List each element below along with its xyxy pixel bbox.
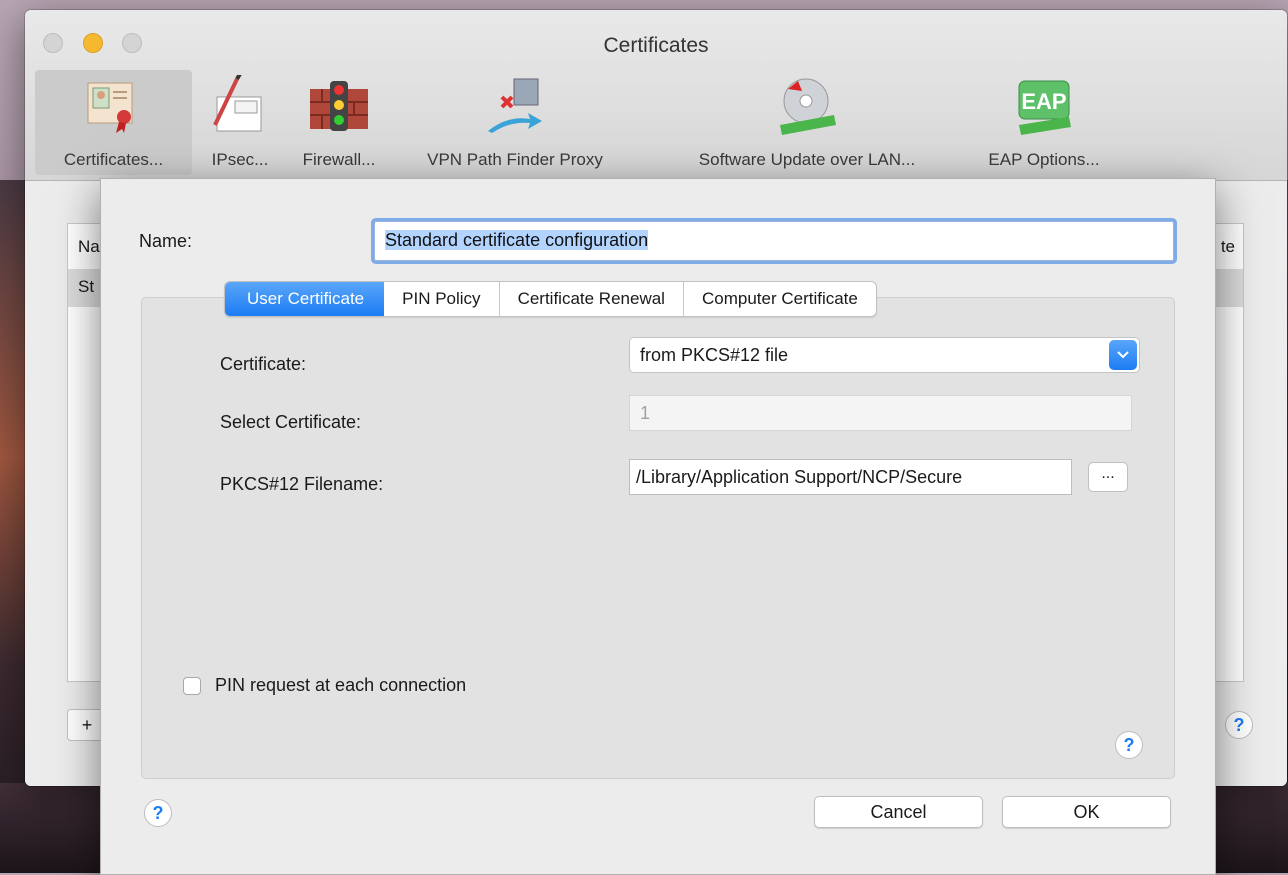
ok-button[interactable]: OK (1002, 796, 1171, 828)
toolbar-item-eap-options[interactable]: EAP EAP Options... (971, 70, 1117, 175)
toolbar-label-software-update: Software Update over LAN... (698, 150, 916, 169)
select-certificate-label: Select Certificate: (220, 412, 362, 432)
certificate-label: Certificate: (220, 354, 307, 374)
pkcs-filename-field[interactable]: /Library/Application Support/NCP/Secure (629, 459, 1072, 495)
tab-pin-policy[interactable]: PIN Policy (384, 282, 500, 316)
window-title: Certificates (603, 34, 709, 57)
eap-icon-text: EAP (1021, 89, 1066, 114)
titlebar: Certificates Certificates... IPsec... Fi… (25, 10, 1287, 181)
dialog-help-button[interactable]: ? (144, 799, 172, 827)
name-field-value: Standard certificate configuration (385, 230, 649, 250)
cancel-button[interactable]: Cancel (814, 796, 983, 828)
pin-request-row[interactable]: PIN request at each connection (183, 675, 466, 696)
toolbar-label-ipsec: IPsec... (211, 150, 269, 169)
tab-computer-certificate[interactable]: Computer Certificate (684, 282, 876, 316)
certificate-select-value: from PKCS#12 file (640, 345, 789, 365)
list-item-name: St (78, 277, 95, 296)
certificate-config-dialog: Name: Standard certificate configuration… (100, 178, 1216, 875)
certificate-icon (87, 82, 133, 133)
toolbar-label-vpn-path-finder: VPN Path Finder Proxy (427, 150, 603, 169)
tab-user-certificate[interactable]: User Certificate (225, 282, 385, 316)
eap-icon: EAP (1018, 80, 1071, 135)
name-field[interactable]: Standard certificate configuration (374, 221, 1174, 261)
pin-request-label[interactable]: PIN request at each connection (215, 675, 466, 696)
path-finder-icon (488, 78, 542, 133)
toolbar-item-certificates[interactable]: Certificates... (35, 70, 192, 175)
tab-certificate-renewal[interactable]: Certificate Renewal (500, 282, 684, 316)
toolbar-item-vpn-path-finder[interactable]: VPN Path Finder Proxy (395, 70, 635, 175)
chevron-down-icon[interactable] (1109, 340, 1137, 370)
list-header-name[interactable]: Na (78, 237, 100, 257)
name-label: Name: (139, 231, 193, 251)
toolbar-item-software-update[interactable]: Software Update over LAN... (657, 70, 957, 175)
pkcs-filename-label: PKCS#12 Filename: (220, 474, 384, 494)
pin-request-checkbox[interactable] (183, 676, 201, 695)
toolbar-label-firewall: Firewall... (302, 150, 376, 169)
toolbar-label-certificates: Certificates... (63, 150, 164, 169)
toolbar-item-firewall[interactable]: Firewall... (289, 70, 389, 175)
list-header-right[interactable]: te (1221, 237, 1235, 257)
browse-button[interactable]: ... (1088, 462, 1128, 492)
tab-bar: User Certificate PIN Policy Certificate … (224, 281, 877, 317)
toolbar-item-ipsec[interactable]: IPsec... (195, 70, 285, 175)
firewall-icon (310, 81, 368, 131)
select-certificate-field: 1 (629, 395, 1132, 431)
main-help-button[interactable]: ? (1225, 711, 1253, 739)
certificate-select[interactable]: from PKCS#12 file (629, 337, 1140, 373)
policy-icon (213, 75, 262, 132)
panel-help-button[interactable]: ? (1115, 731, 1143, 759)
toolbar-label-eap-options: EAP Options... (988, 150, 1100, 169)
software-update-icon (780, 78, 836, 135)
